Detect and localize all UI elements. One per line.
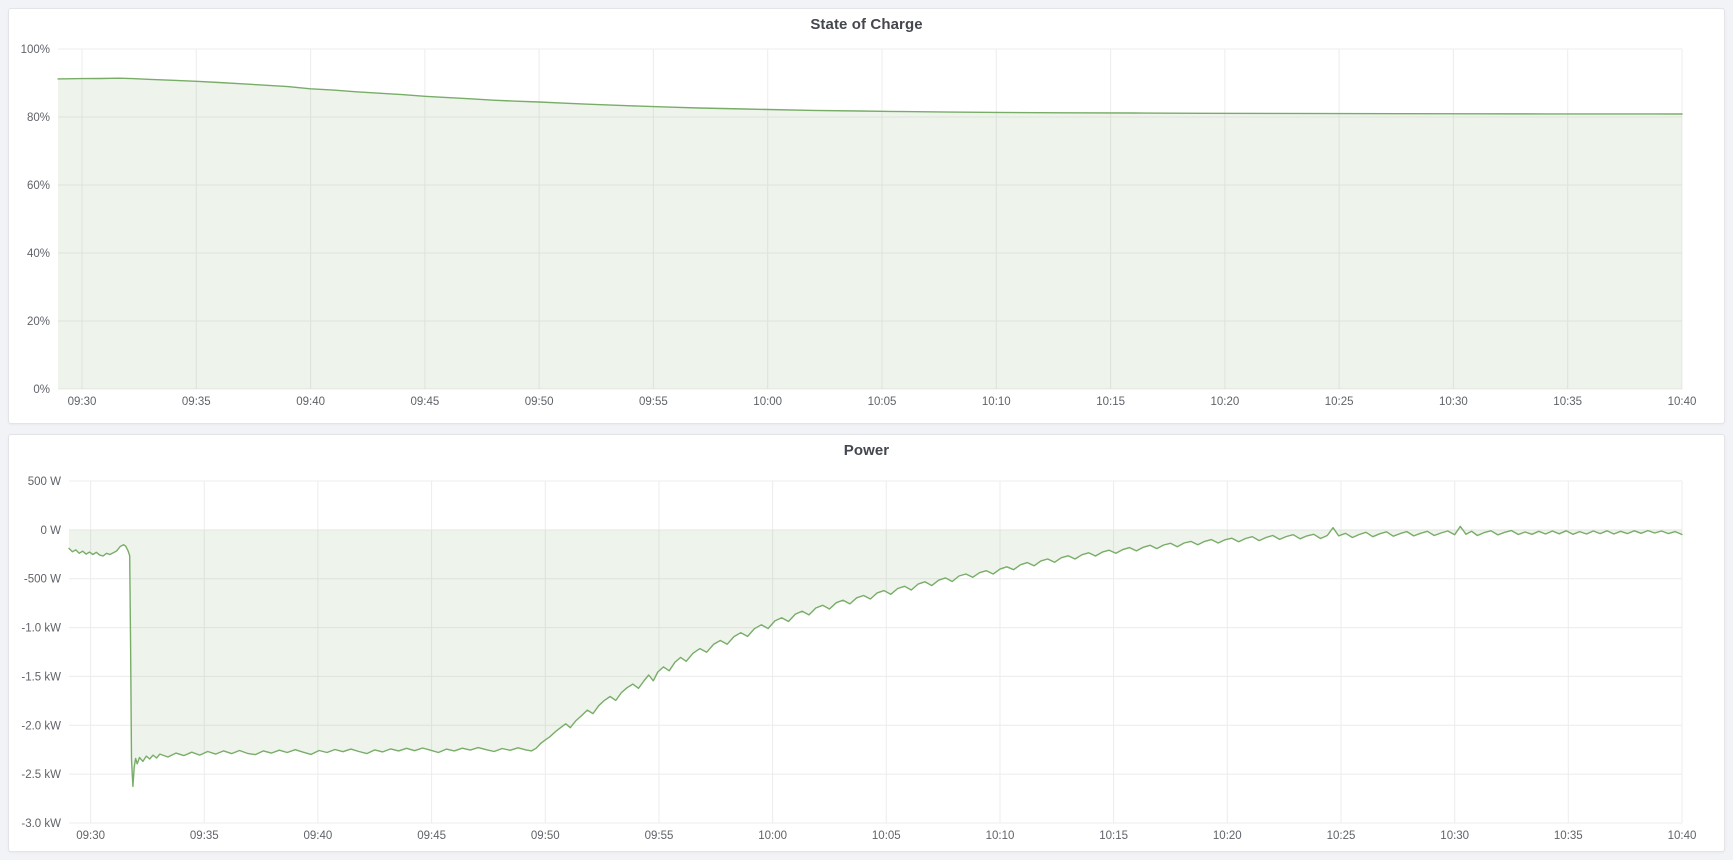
x-tick-label: 09:55 — [645, 830, 674, 842]
x-tick-label: 10:10 — [986, 830, 1015, 842]
x-tick-label: 10:30 — [1439, 396, 1468, 408]
x-tick-label: 09:50 — [531, 830, 560, 842]
power-chart[interactable]: 500 W 0 W -500 W -1.0 kW -1.5 kW -2.0 kW -2.5 … — [9, 435, 1724, 851]
x-tick-label: 09:30 — [76, 830, 105, 842]
x-tick-label: 09:40 — [304, 830, 333, 842]
y-tick-label: -3.0 kW — [21, 818, 61, 830]
x-tick-label: 10:10 — [982, 396, 1011, 408]
x-tick-label: 10:30 — [1440, 830, 1469, 842]
x-tick-label: 10:40 — [1668, 396, 1697, 408]
x-tick-label: 09:35 — [190, 830, 219, 842]
y-tick-label: -1.5 kW — [21, 671, 61, 683]
panel-title[interactable]: State of Charge — [9, 16, 1724, 33]
x-tick-label: 09:55 — [639, 396, 668, 408]
y-tick-label: 0% — [33, 384, 50, 396]
x-tick-label: 10:00 — [758, 830, 787, 842]
y-tick-label: -500 W — [24, 574, 61, 586]
y-tick-label: -2.5 kW — [21, 769, 61, 781]
x-tick-label: 10:25 — [1325, 396, 1354, 408]
y-tick-label: 40% — [27, 248, 50, 260]
x-tick-label: 09:50 — [525, 396, 554, 408]
x-tick-label: 10:25 — [1327, 830, 1356, 842]
x-tick-label: 09:45 — [411, 396, 440, 408]
x-tick-label: 10:20 — [1213, 830, 1242, 842]
panel-title[interactable]: Power — [9, 442, 1724, 459]
y-tick-label: 20% — [27, 316, 50, 328]
y-tick-label: 100% — [21, 44, 50, 56]
x-tick-label: 10:35 — [1553, 396, 1582, 408]
x-tick-label: 10:05 — [868, 396, 897, 408]
x-tick-label: 09:30 — [68, 396, 97, 408]
series-fill — [58, 78, 1682, 389]
panel-power: Power 500 W 0 W -500 W -1.0 kW -1.5 kW -2.0 k… — [8, 434, 1725, 852]
y-tick-label: -2.0 kW — [21, 720, 61, 732]
panel-state-of-charge: State of Charge 100% 80% 60% 40% 20% 0% 09:30 0… — [8, 8, 1725, 424]
y-tick-label: 0 W — [41, 525, 62, 537]
x-tick-label: 09:40 — [296, 396, 325, 408]
x-tick-label: 10:05 — [872, 830, 901, 842]
x-tick-label: 09:45 — [417, 830, 446, 842]
x-tick-label: 10:35 — [1554, 830, 1583, 842]
x-tick-label: 10:00 — [753, 396, 782, 408]
x-tick-label: 10:15 — [1099, 830, 1128, 842]
y-tick-label: 80% — [27, 112, 50, 124]
dashboard: State of Charge 100% 80% 60% 40% 20% 0% 09:30 0… — [0, 0, 1733, 860]
x-tick-label: 09:35 — [182, 396, 211, 408]
y-tick-label: -1.0 kW — [21, 623, 61, 635]
y-tick-label: 60% — [27, 180, 50, 192]
x-tick-label: 10:20 — [1211, 396, 1240, 408]
x-tick-label: 10:15 — [1096, 396, 1125, 408]
y-tick-label: 500 W — [28, 476, 61, 488]
x-tick-label: 10:40 — [1668, 830, 1697, 842]
soc-chart[interactable]: 100% 80% 60% 40% 20% 0% 09:30 09:35 09:40 09:45 09… — [9, 9, 1724, 423]
series-fill — [69, 526, 1682, 786]
